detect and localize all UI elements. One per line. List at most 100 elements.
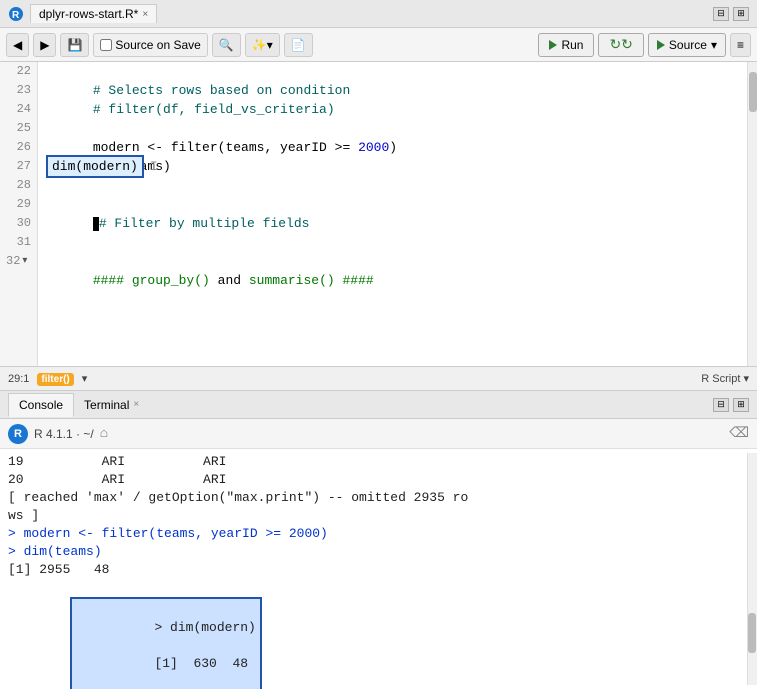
minimize-button[interactable]: ⊟ — [713, 7, 729, 21]
source-button[interactable]: Source ▾ — [648, 33, 726, 57]
r-version: R 4.1.1 · ~/ — [34, 427, 94, 441]
line-num-25: 25 — [6, 119, 31, 138]
line-num-27: 27 — [6, 157, 31, 176]
code-line-27[interactable]: dim(modern) I — [46, 157, 739, 176]
tab-console[interactable]: Console — [8, 393, 74, 417]
line-num-30: 30 — [6, 214, 31, 233]
source-on-save-button[interactable]: Source on Save — [93, 33, 207, 57]
code-line-22: # Selects rows based on condition — [46, 62, 739, 81]
line-num-31: 31 — [6, 233, 31, 252]
console-dimmodern-result: [1] 630 48 — [154, 656, 248, 671]
script-type-label: R Script — [701, 373, 740, 385]
source-on-save-label: Source on Save — [115, 38, 200, 52]
line-num-24: 24 — [6, 100, 31, 119]
find-button[interactable]: 🔍 — [212, 33, 241, 57]
console-scrollbar-thumb[interactable] — [748, 613, 756, 653]
console-section: Console Terminal × ⊟ ⊞ R R 4.1.1 · ~/ ⌂ … — [0, 391, 757, 689]
code-line-25: modern <- filter(teams, yearID >= 2000) — [46, 119, 739, 138]
code-line-28 — [46, 176, 739, 195]
maximize-button[interactable]: ⊞ — [733, 7, 749, 21]
list-button[interactable]: ≡ — [730, 33, 751, 57]
console-minimize-button[interactable]: ⊟ — [713, 398, 729, 412]
editor-scrollbar[interactable] — [747, 62, 757, 366]
run-label: Run — [561, 38, 583, 52]
window-controls: ⊟ ⊞ — [713, 7, 749, 21]
wand-icon: ✨▾ — [252, 38, 273, 52]
search-icon: 🔍 — [219, 38, 234, 52]
rerun-button[interactable]: ↻↻ — [598, 33, 643, 57]
compile-icon: 📄 — [291, 38, 306, 52]
console-line-ws: ws ] — [8, 507, 739, 525]
cursor-indicator: I — [150, 157, 158, 176]
file-tab-close[interactable]: × — [142, 9, 148, 20]
code-editor[interactable]: 22 23 24 25 26 27 28 29 30 31 32▾ # Sele… — [0, 62, 757, 367]
editor-scrollbar-thumb[interactable] — [749, 72, 757, 112]
code-line-31 — [46, 233, 739, 252]
console-window-controls: ⊟ ⊞ — [713, 398, 749, 412]
console-dimmodern-cmd: > dim(modern) — [154, 620, 255, 635]
selected-code-dim-modern: dim(modern) — [46, 155, 144, 178]
source-on-save-checkbox[interactable] — [100, 39, 112, 51]
code-tools-button[interactable]: ✨▾ — [245, 33, 280, 57]
source-label: Source — [669, 38, 707, 52]
line-num-28: 28 — [6, 176, 31, 195]
console-highlighted-block: > dim(modern) [1] 630 48 — [70, 597, 261, 689]
console-line-row20: 20 ARI ARI — [8, 471, 739, 489]
forward-button[interactable]: ▶ — [33, 33, 56, 57]
filter-dropdown-arrow[interactable]: ▾ — [82, 372, 88, 385]
filter-badge-label[interactable]: filter() — [37, 373, 73, 386]
console-line-modern-cmd: > modern <- filter(teams, yearID >= 2000… — [8, 525, 739, 543]
script-type-arrow[interactable]: ▾ — [743, 373, 749, 385]
tab-terminal[interactable]: Terminal × — [74, 394, 149, 416]
console-clear-area: ⌫ — [729, 425, 749, 442]
save-icon: 💾 — [67, 38, 82, 52]
console-clear-button[interactable]: ⌫ — [729, 426, 749, 442]
fold-icon-32[interactable]: ▾ — [22, 252, 27, 271]
tab-console-label: Console — [19, 398, 63, 412]
console-line-dimmodern-block: > dim(modern) [1] 630 48 — [8, 579, 262, 689]
compile-button[interactable]: 📄 — [284, 33, 313, 57]
forward-icon: ▶ — [40, 38, 49, 52]
console-output[interactable]: 19 ARI ARI 20 ARI ARI [ reached 'max' / … — [0, 449, 757, 689]
r-console-icon: R — [8, 424, 28, 444]
title-bar: R dplyr-rows-start.R* × ⊟ ⊞ — [0, 0, 757, 28]
console-scrollbar[interactable] — [747, 453, 757, 685]
back-icon: ◀ — [13, 38, 22, 52]
line-numbers: 22 23 24 25 26 27 28 29 30 31 32▾ — [0, 62, 38, 366]
console-maximize-button[interactable]: ⊞ — [733, 398, 749, 412]
r-app-icon: R — [8, 6, 24, 22]
code-line-29: # Filter by multiple fields — [46, 195, 739, 214]
console-output-lines: 19 ARI ARI 20 ARI ARI [ reached 'max' / … — [0, 453, 747, 685]
save-button[interactable]: 💾 — [60, 33, 89, 57]
list-icon: ≡ — [737, 38, 744, 52]
line-num-22: 22 — [6, 62, 31, 81]
script-type: R Script ▾ — [701, 372, 749, 385]
editor-toolbar: ◀ ▶ 💾 Source on Save 🔍 ✨▾ 📄 Run ↻↻ Sourc… — [0, 28, 757, 62]
line-num-26: 26 — [6, 138, 31, 157]
console-line-dimteams-cmd: > dim(teams) — [8, 543, 739, 561]
back-button[interactable]: ◀ — [6, 33, 29, 57]
console-toolbar: R R 4.1.1 · ~/ ⌂ ⌫ — [0, 419, 757, 449]
home-link-icon: ⌂ — [100, 426, 108, 442]
code-lines[interactable]: # Selects rows based on condition # filt… — [38, 62, 747, 366]
source-run-icon — [657, 40, 665, 50]
file-tab[interactable]: dplyr-rows-start.R* × — [30, 4, 157, 23]
status-bar: 29:1 filter() ▾ R Script ▾ — [0, 367, 757, 391]
cursor-position: 29:1 — [8, 373, 29, 385]
rerun-icon: ↻↻ — [609, 36, 632, 53]
run-button[interactable]: Run — [538, 33, 594, 57]
run-icon — [549, 40, 557, 50]
line-num-29: 29 — [6, 195, 31, 214]
console-tabs-bar: Console Terminal × ⊟ ⊞ — [0, 391, 757, 419]
console-line-row19: 19 ARI ARI — [8, 453, 739, 471]
console-line-dimteams-result: [1] 2955 48 — [8, 561, 739, 579]
filter-badge: filter() — [37, 373, 73, 385]
console-line-maxprint: [ reached 'max' / getOption("max.print")… — [8, 489, 739, 507]
svg-text:R: R — [12, 10, 20, 21]
tab-terminal-close[interactable]: × — [133, 399, 139, 410]
line-num-32: 32▾ — [6, 252, 31, 271]
source-dropdown-icon[interactable]: ▾ — [711, 38, 717, 52]
file-tab-label: dplyr-rows-start.R* — [39, 7, 138, 21]
line-num-23: 23 — [6, 81, 31, 100]
code-line-32: #### group_by() and summarise() #### — [46, 252, 739, 271]
